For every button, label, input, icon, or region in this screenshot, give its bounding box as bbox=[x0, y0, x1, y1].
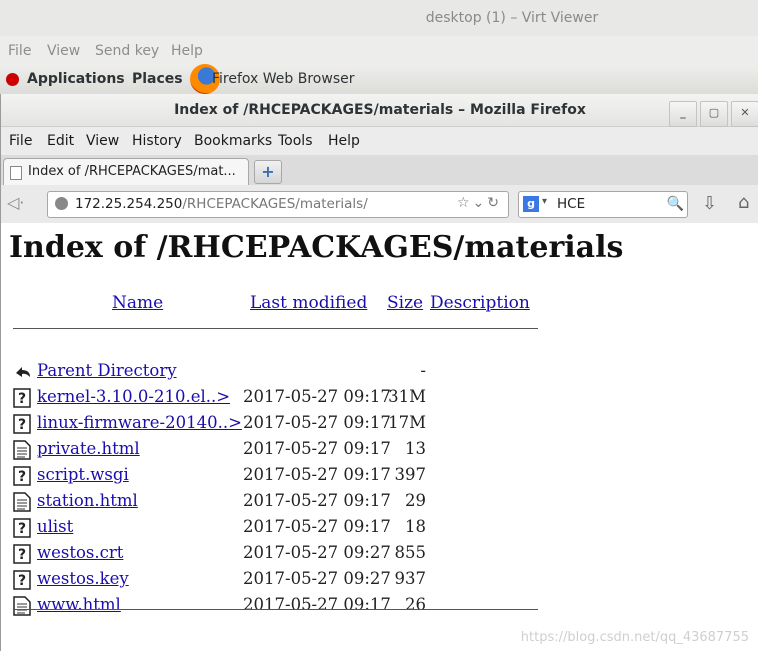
navigation-toolbar: ◁· 172.25.254.250/RHCEPACKAGES/materials… bbox=[1, 185, 758, 224]
applications-menu[interactable]: Applications bbox=[27, 71, 125, 87]
viewer-menu-send-key[interactable]: Send key bbox=[95, 43, 159, 59]
menu-history[interactable]: History bbox=[132, 133, 182, 149]
url-host: 172.25.254.250 bbox=[75, 196, 183, 212]
search-input[interactable]: HCE bbox=[557, 196, 585, 212]
firefox-title-bar: Index of /RHCEPACKAGES/materials – Mozil… bbox=[1, 94, 758, 127]
col-size-header[interactable]: Size bbox=[387, 293, 423, 313]
unknown-file-icon: ? bbox=[13, 518, 31, 538]
tab-label: Index of /RHCEPACKAGES/mat... bbox=[28, 164, 236, 179]
file-size: 26 bbox=[405, 595, 426, 614]
globe-icon bbox=[55, 197, 68, 210]
maximize-button[interactable]: ▢ bbox=[700, 101, 728, 127]
svg-text:?: ? bbox=[18, 547, 26, 563]
minimize-button[interactable]: _ bbox=[669, 101, 697, 127]
firefox-window-title: Index of /RHCEPACKAGES/materials – Mozil… bbox=[174, 102, 586, 118]
file-link[interactable]: www.html bbox=[37, 595, 121, 614]
search-bar[interactable]: g ▾ HCE 🔍 bbox=[518, 191, 688, 218]
back-arrow-icon[interactable]: ◁· bbox=[7, 193, 39, 215]
unknown-file-icon: ? bbox=[13, 414, 31, 434]
page-content: Index of /RHCEPACKAGES/materials Name La… bbox=[1, 223, 758, 651]
viewer-menubar: File View Send key Help bbox=[0, 36, 758, 67]
firefox-menubar: File Edit View History Bookmarks Tools H… bbox=[1, 127, 758, 155]
url-bar[interactable]: 172.25.254.250/RHCEPACKAGES/materials/ ☆… bbox=[47, 191, 509, 218]
active-app-label[interactable]: Firefox Web Browser bbox=[212, 71, 355, 87]
file-size: 29 bbox=[405, 491, 426, 510]
gnome-top-bar: Applications Places Firefox Web Browser bbox=[0, 64, 758, 95]
file-link[interactable]: Parent Directory bbox=[37, 361, 177, 380]
home-icon[interactable]: ⌂ bbox=[738, 192, 749, 213]
close-button[interactable]: ✕ bbox=[731, 101, 758, 127]
file-size: 855 bbox=[394, 543, 427, 562]
file-size: 18 bbox=[405, 517, 426, 536]
search-engine-chevron-icon[interactable]: ▾ bbox=[542, 196, 547, 207]
new-tab-button[interactable]: + bbox=[254, 160, 282, 184]
file-link[interactable]: script.wsgi bbox=[37, 465, 129, 484]
page-icon bbox=[10, 166, 22, 180]
redhat-icon bbox=[6, 73, 19, 86]
file-size: 31M bbox=[388, 387, 426, 406]
file-link[interactable]: station.html bbox=[37, 491, 138, 510]
col-modified-header[interactable]: Last modified bbox=[250, 293, 367, 313]
menu-view[interactable]: View bbox=[86, 133, 119, 149]
svg-text:?: ? bbox=[18, 417, 26, 433]
file-link[interactable]: ulist bbox=[37, 517, 73, 536]
file-size: 397 bbox=[394, 465, 427, 484]
url-text: 172.25.254.250/RHCEPACKAGES/materials/ bbox=[75, 196, 368, 212]
unknown-file-icon: ? bbox=[13, 466, 31, 486]
page-title: Index of /RHCEPACKAGES/materials bbox=[9, 230, 624, 265]
file-link[interactable]: westos.crt bbox=[37, 543, 123, 562]
viewer-menu-view[interactable]: View bbox=[47, 43, 80, 59]
search-engine-icon[interactable]: g bbox=[523, 196, 539, 212]
file-link[interactable]: linux-firmware-20140..> bbox=[37, 413, 242, 432]
svg-text:?: ? bbox=[18, 469, 26, 485]
menu-tools[interactable]: Tools bbox=[278, 133, 313, 149]
col-name-header[interactable]: Name bbox=[112, 293, 163, 313]
divider-top bbox=[13, 328, 538, 329]
text-file-icon bbox=[13, 596, 31, 616]
url-path: /RHCEPACKAGES/materials/ bbox=[182, 196, 368, 212]
text-file-icon bbox=[13, 440, 31, 460]
bookmark-star-icon[interactable]: ☆ bbox=[457, 195, 473, 211]
tab-bar: Index of /RHCEPACKAGES/mat... + bbox=[1, 155, 758, 186]
file-size: 13 bbox=[405, 439, 426, 458]
viewer-title-bar: desktop (1) – Virt Viewer bbox=[0, 0, 758, 36]
unknown-file-icon: ? bbox=[13, 570, 31, 590]
search-magnifier-icon[interactable]: 🔍 bbox=[667, 196, 684, 212]
file-size: 17M bbox=[388, 413, 426, 432]
viewer-menu-help[interactable]: Help bbox=[171, 43, 203, 59]
unknown-file-icon: ? bbox=[13, 388, 31, 408]
file-link[interactable]: kernel-3.10.0-210.el..> bbox=[37, 387, 230, 406]
reload-icon[interactable]: ↻ bbox=[487, 195, 502, 211]
viewer-title: desktop (1) – Virt Viewer bbox=[425, 10, 599, 26]
menu-bookmarks[interactable]: Bookmarks bbox=[194, 133, 272, 149]
menu-file[interactable]: File bbox=[9, 133, 32, 149]
svg-text:?: ? bbox=[18, 573, 26, 589]
viewer-menu-file[interactable]: File bbox=[8, 43, 31, 59]
watermark: https://blog.csdn.net/qq_43687755 bbox=[520, 630, 749, 645]
svg-text:?: ? bbox=[18, 391, 26, 407]
file-size: 937 bbox=[394, 569, 427, 588]
back-folder-icon bbox=[13, 362, 31, 382]
file-link[interactable]: private.html bbox=[37, 439, 140, 458]
file-size: - bbox=[420, 361, 426, 380]
menu-help[interactable]: Help bbox=[328, 133, 360, 149]
dropdown-chevron-icon[interactable]: ⌄ bbox=[473, 195, 488, 211]
places-menu[interactable]: Places bbox=[132, 71, 183, 87]
col-description-header[interactable]: Description bbox=[430, 293, 530, 313]
firefox-window: Index of /RHCEPACKAGES/materials – Mozil… bbox=[0, 94, 758, 651]
divider-bottom bbox=[13, 609, 538, 610]
tab-index[interactable]: Index of /RHCEPACKAGES/mat... bbox=[3, 158, 249, 186]
svg-text:?: ? bbox=[18, 521, 26, 537]
text-file-icon bbox=[13, 492, 31, 512]
file-link[interactable]: westos.key bbox=[37, 569, 129, 588]
unknown-file-icon: ? bbox=[13, 544, 31, 564]
download-icon[interactable]: ⇩ bbox=[702, 193, 717, 214]
menu-edit[interactable]: Edit bbox=[47, 133, 74, 149]
